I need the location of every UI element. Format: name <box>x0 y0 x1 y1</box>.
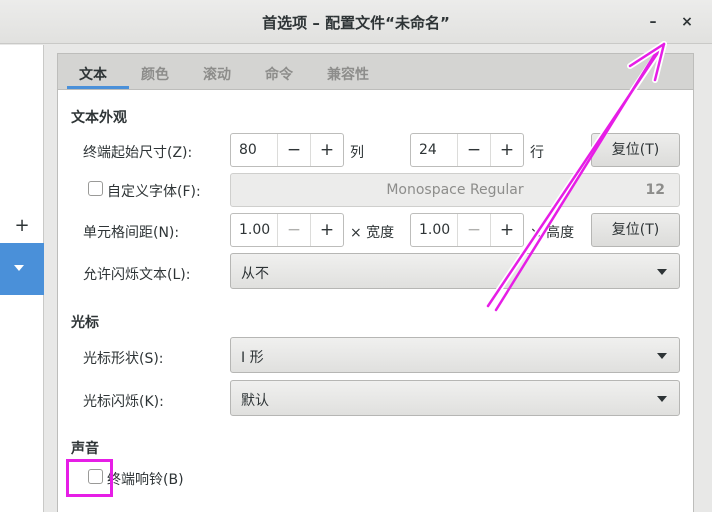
tab-command[interactable]: 命令 <box>265 64 293 84</box>
terminal-bell-label[interactable]: 终端响铃(B) <box>107 469 184 489</box>
section-sound: 声音 <box>71 441 99 457</box>
cursor-blink-label: 光标闪烁(K): <box>83 394 164 410</box>
rows-unit-label: 行 <box>530 145 544 161</box>
title-bar: 首选项 – 配置文件“未命名” – × <box>0 0 712 44</box>
chevron-down-icon <box>14 265 24 271</box>
font-size: 12 <box>645 182 665 198</box>
width-unit-label: × 宽度 <box>350 225 395 241</box>
profile-sidebar: + <box>0 45 44 512</box>
tab-scrolling[interactable]: 滚动 <box>203 64 231 84</box>
cursor-shape-combo[interactable]: I 形 <box>230 337 680 373</box>
reset-spacing-button[interactable]: 复位(T) <box>591 213 680 247</box>
preferences-notebook: 文本 颜色 滚动 命令 兼容性 文本外观 终端起始尺寸(Z): 80 − + 列… <box>57 53 694 512</box>
height-spacing-decrement-button[interactable]: − <box>457 214 490 246</box>
rows-increment-button[interactable]: + <box>490 134 523 166</box>
columns-increment-button[interactable]: + <box>310 134 343 166</box>
chevron-down-icon <box>657 269 667 275</box>
tab-text[interactable]: 文本 <box>79 64 107 84</box>
columns-spinbutton[interactable]: 80 − + <box>230 133 344 167</box>
width-spacing-value[interactable]: 1.00 <box>239 222 270 238</box>
cursor-shape-label: 光标形状(S): <box>83 351 164 367</box>
rows-decrement-button[interactable]: − <box>457 134 490 166</box>
columns-decrement-button[interactable]: − <box>277 134 310 166</box>
height-unit-label: × 高度 <box>530 225 575 241</box>
close-button[interactable]: × <box>677 12 697 32</box>
height-spacing-spinbutton[interactable]: 1.00 − + <box>410 213 524 247</box>
width-spacing-decrement-button[interactable]: − <box>277 214 310 246</box>
chevron-down-icon <box>657 396 667 402</box>
columns-unit-label: 列 <box>350 145 364 161</box>
cursor-blink-combo[interactable]: 默认 <box>230 380 680 416</box>
rows-value[interactable]: 24 <box>419 142 437 158</box>
cursor-blink-value: 默认 <box>241 393 269 409</box>
width-spacing-spinbutton[interactable]: 1.00 − + <box>230 213 344 247</box>
tab-colors[interactable]: 颜色 <box>141 64 169 84</box>
chevron-down-icon <box>657 353 667 359</box>
initial-size-label: 终端起始尺寸(Z): <box>83 145 193 161</box>
font-chooser-button: Monospace Regular 12 <box>230 173 680 207</box>
section-cursor: 光标 <box>71 315 99 331</box>
cell-spacing-label: 单元格间距(N): <box>83 225 180 241</box>
tab-bar: 文本 颜色 滚动 命令 兼容性 <box>58 54 693 90</box>
custom-font-checkbox[interactable] <box>88 181 103 196</box>
window-title: 首选项 – 配置文件“未命名” <box>262 14 450 32</box>
rows-spinbutton[interactable]: 24 − + <box>410 133 524 167</box>
height-spacing-value[interactable]: 1.00 <box>419 222 450 238</box>
font-name: Monospace Regular <box>386 182 524 198</box>
highlight-box <box>66 459 113 497</box>
columns-value[interactable]: 80 <box>239 142 257 158</box>
reset-size-button[interactable]: 复位(T) <box>591 133 680 167</box>
blink-text-combo[interactable]: 从不 <box>230 253 680 289</box>
cursor-shape-value: I 形 <box>241 350 264 366</box>
custom-font-label[interactable]: 自定义字体(F): <box>107 181 201 201</box>
profile-menu-button[interactable] <box>0 243 44 295</box>
blink-text-value: 从不 <box>241 266 269 282</box>
add-profile-button[interactable]: + <box>0 215 44 237</box>
height-spacing-increment-button[interactable]: + <box>490 214 523 246</box>
minimize-button[interactable]: – <box>643 12 663 32</box>
section-text-appearance: 文本外观 <box>71 110 127 126</box>
active-tab-indicator <box>67 86 129 89</box>
tab-compatibility[interactable]: 兼容性 <box>327 64 369 84</box>
width-spacing-increment-button[interactable]: + <box>310 214 343 246</box>
blink-text-label: 允许闪烁文本(L): <box>83 267 191 283</box>
